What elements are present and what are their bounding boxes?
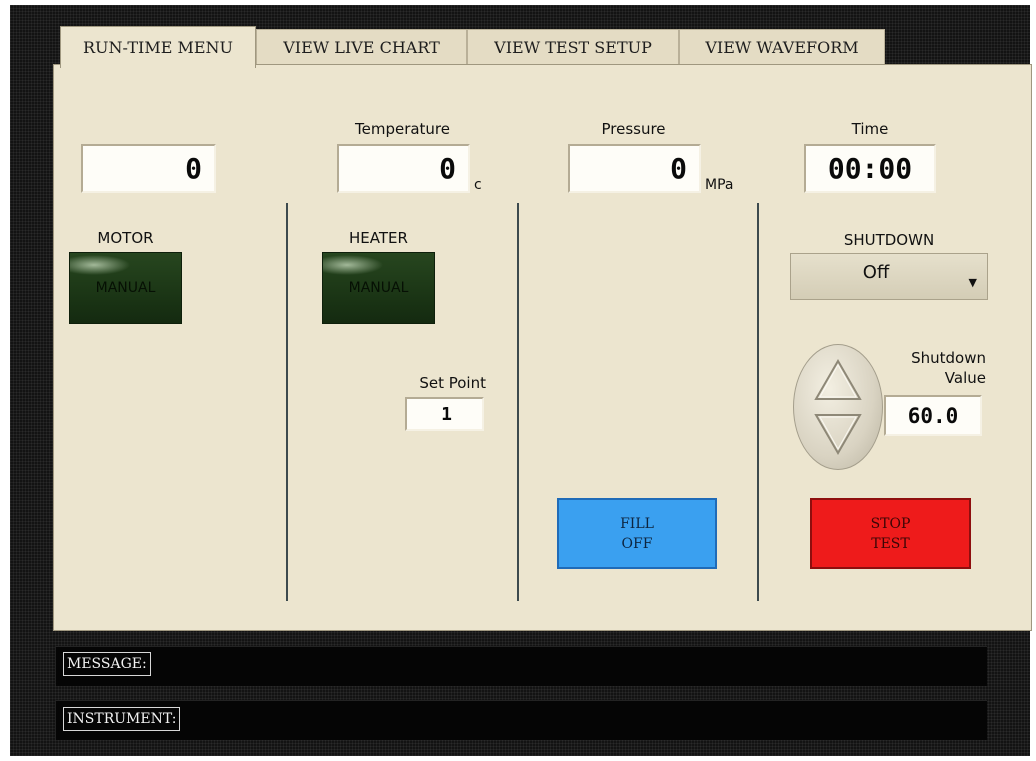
tab-view-test-setup[interactable]: VIEW TEST SETUP bbox=[467, 29, 679, 64]
motor-manual-button[interactable]: MANUAL bbox=[69, 252, 182, 324]
shutdown-value-stepper bbox=[793, 344, 883, 470]
heater-label: HEATER bbox=[349, 229, 408, 247]
shutdown-dropdown[interactable]: Off ▼ bbox=[790, 253, 988, 300]
tab-label: VIEW WAVEFORM bbox=[705, 37, 859, 57]
heater-button-label: MANUAL bbox=[348, 280, 409, 296]
tab-view-live-chart[interactable]: VIEW LIVE CHART bbox=[256, 29, 467, 64]
divider bbox=[286, 203, 288, 601]
time-readout: 00:00 bbox=[804, 144, 936, 193]
motor-button-label: MANUAL bbox=[95, 280, 156, 296]
fill-button-line1: FILL bbox=[620, 515, 654, 532]
shutdown-value-input[interactable]: 60.0 bbox=[884, 395, 982, 436]
stop-button-line2: TEST bbox=[871, 535, 910, 552]
fill-button-line2: OFF bbox=[621, 535, 653, 552]
tab-run-time-menu[interactable]: RUN-TIME MENU bbox=[60, 26, 256, 68]
fill-button[interactable]: FILL OFF bbox=[557, 498, 717, 569]
instrument-label: INSTRUMENT: bbox=[63, 707, 181, 731]
divider bbox=[757, 203, 759, 601]
temperature-readout: 0 bbox=[337, 144, 470, 193]
temperature-unit: c bbox=[474, 177, 482, 193]
up-arrow-icon bbox=[814, 359, 862, 400]
message-label: MESSAGE: bbox=[63, 652, 151, 676]
tab-view-waveform[interactable]: VIEW WAVEFORM bbox=[679, 29, 885, 64]
down-arrow-icon bbox=[814, 414, 862, 455]
heater-manual-button[interactable]: MANUAL bbox=[322, 252, 435, 324]
setpoint-input[interactable]: 1 bbox=[405, 397, 484, 431]
dropdown-arrow-icon: ▼ bbox=[968, 276, 977, 289]
shutdown-value-label-line2: Value bbox=[944, 369, 986, 387]
shutdown-value-label-line1: Shutdown bbox=[911, 349, 986, 367]
tab-label: VIEW LIVE CHART bbox=[283, 37, 440, 57]
stop-test-button[interactable]: STOP TEST bbox=[810, 498, 971, 569]
time-label: Time bbox=[851, 120, 889, 138]
divider bbox=[517, 203, 519, 601]
increment-button[interactable] bbox=[810, 353, 866, 405]
decrement-button[interactable] bbox=[810, 409, 866, 461]
shutdown-selected-value: Off bbox=[862, 262, 890, 283]
message-bar bbox=[55, 646, 987, 686]
pressure-readout: 0 bbox=[568, 144, 701, 193]
speed-readout: 0 bbox=[81, 144, 216, 193]
tab-label: RUN-TIME MENU bbox=[82, 38, 234, 57]
shutdown-label: SHUTDOWN bbox=[843, 231, 935, 249]
tab-label: VIEW TEST SETUP bbox=[494, 37, 652, 57]
motor-label: MOTOR bbox=[97, 229, 154, 247]
pressure-unit: MPa bbox=[705, 177, 734, 193]
temperature-label: Temperature bbox=[354, 120, 451, 138]
stop-button-line1: STOP bbox=[870, 515, 911, 532]
setpoint-label: Set Point bbox=[419, 374, 486, 392]
pressure-label: Pressure bbox=[601, 120, 666, 138]
shutdown-value-label: Shutdown Value bbox=[880, 348, 986, 388]
instrument-bar bbox=[55, 700, 987, 740]
